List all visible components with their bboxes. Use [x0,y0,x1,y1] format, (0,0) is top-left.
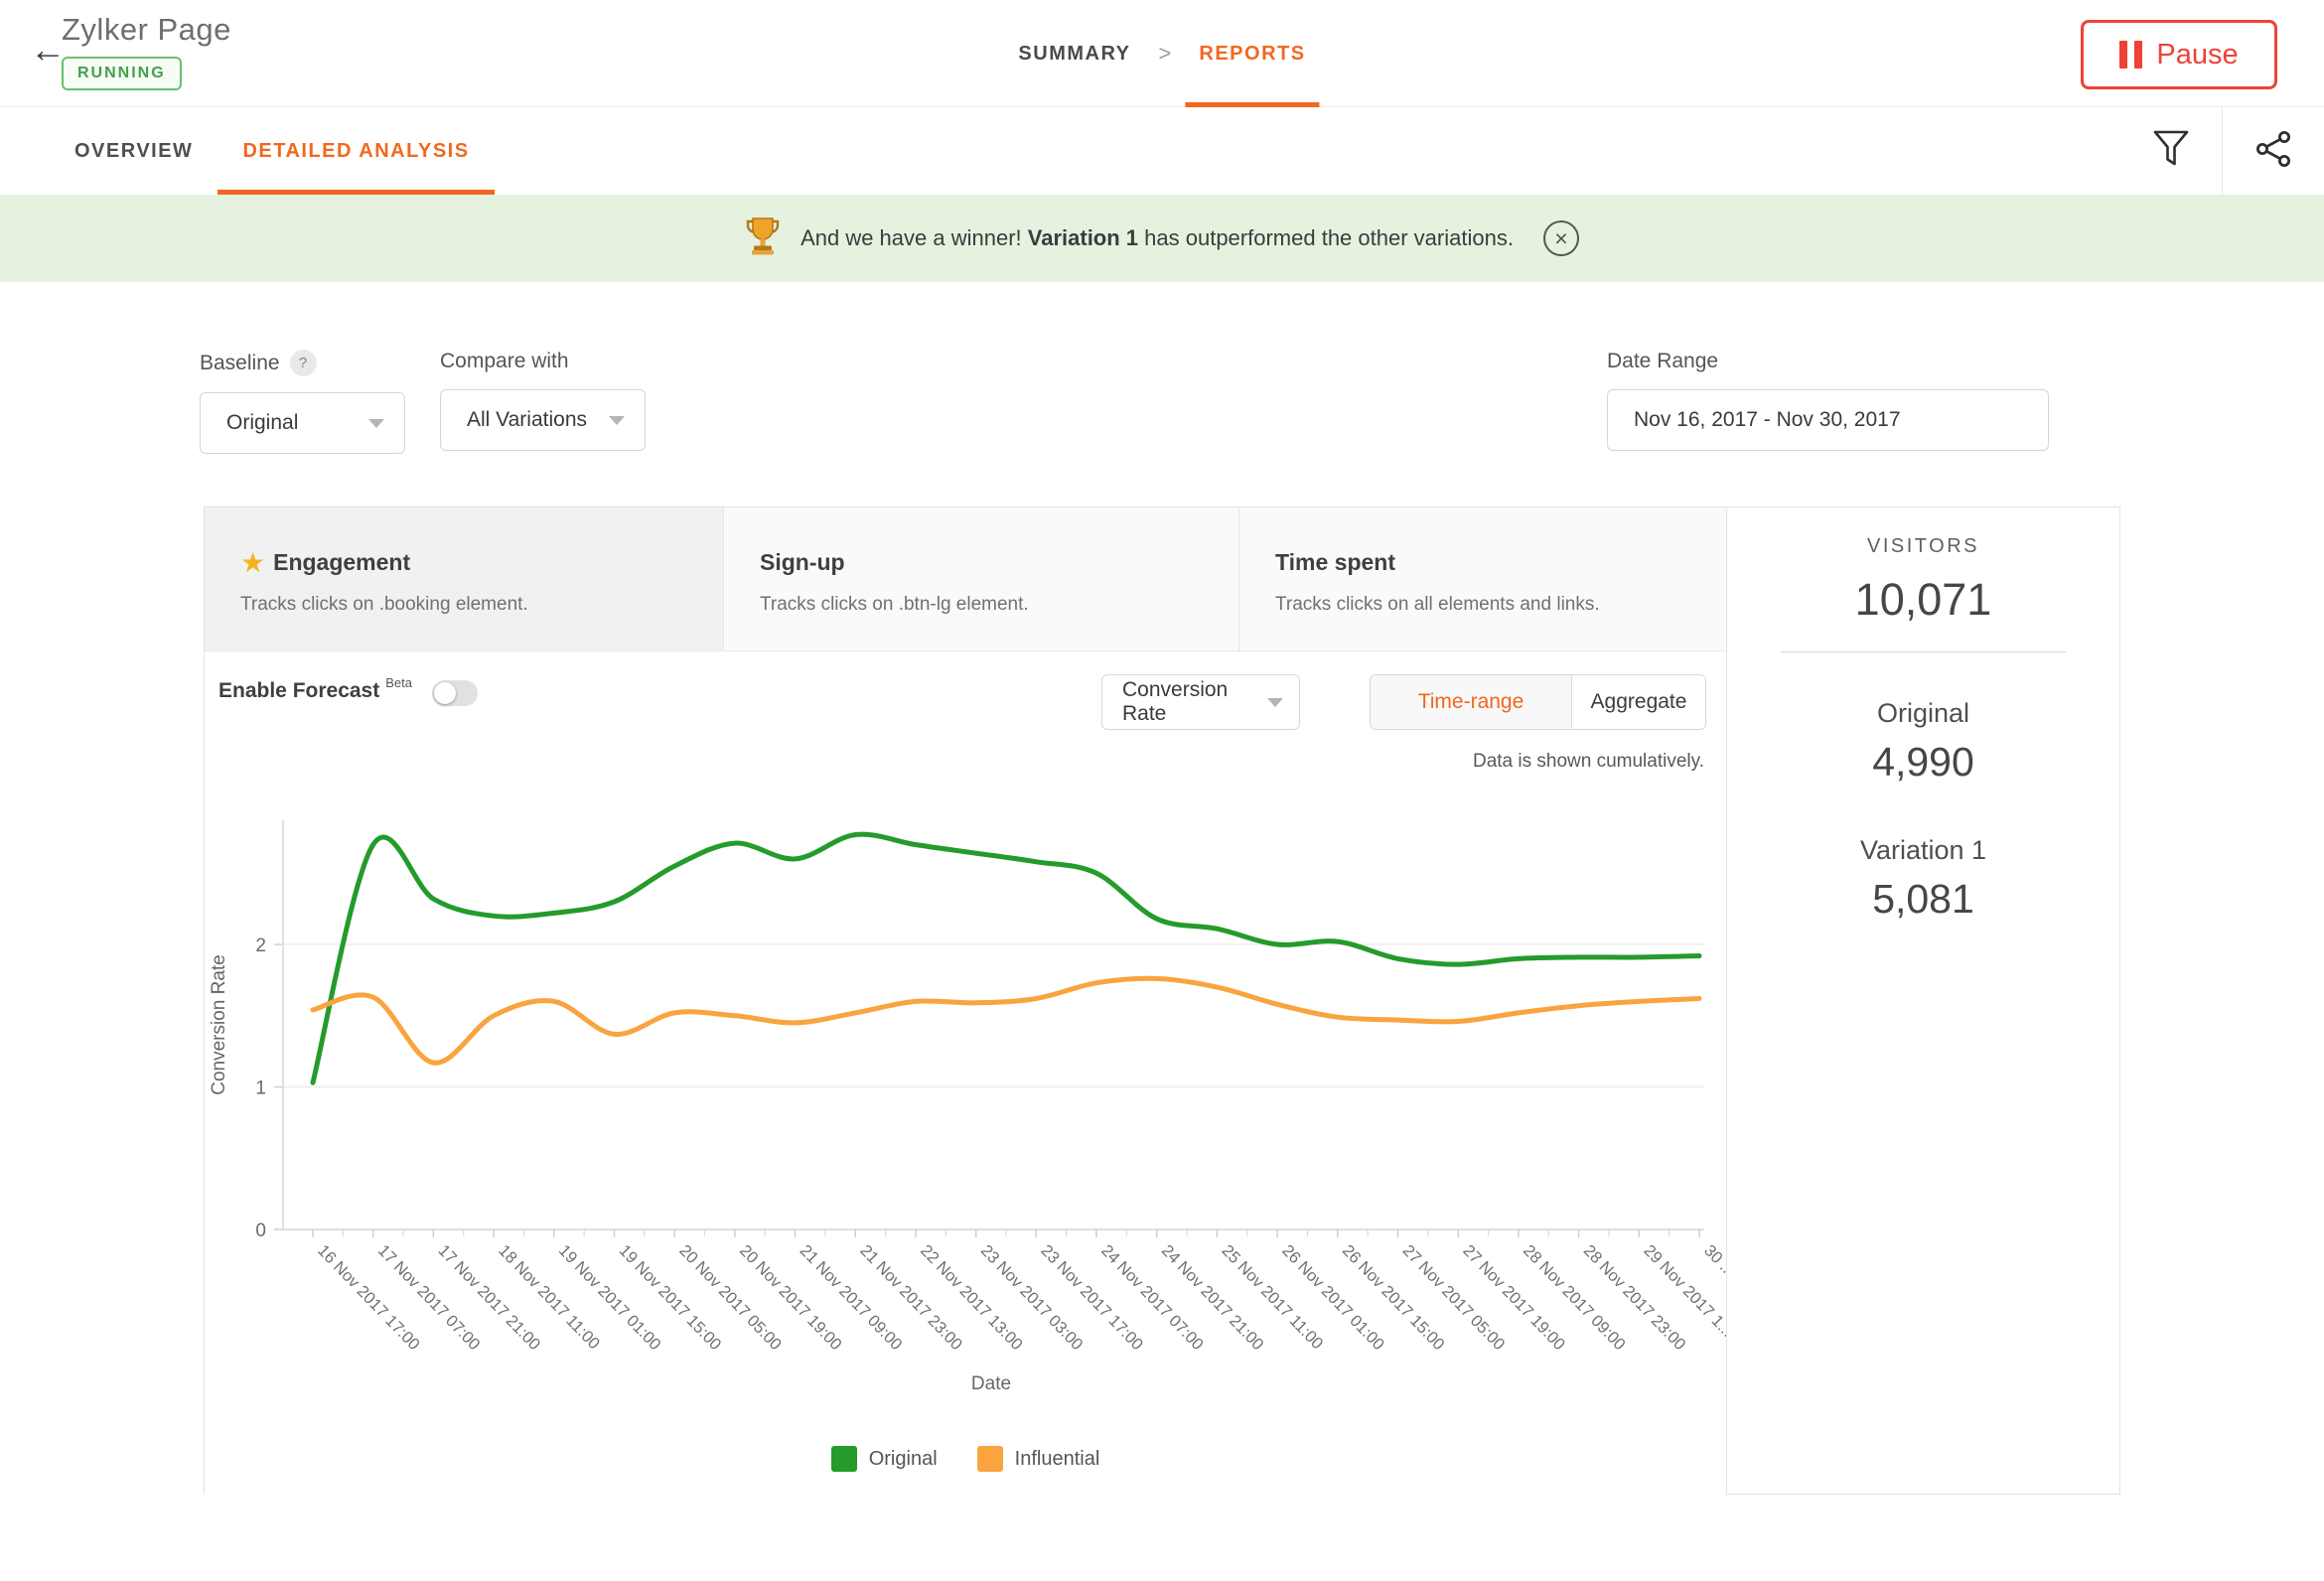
legend-item-original: Original [831,1446,938,1472]
compare-select[interactable]: All Variations [440,389,646,451]
forecast-control: Enable Forecast Beta [218,679,478,706]
filters-section: Baseline ? Original Compare with All Var… [0,282,2324,506]
compare-field: Compare with All Variations [440,350,646,451]
page-title: Zylker Page [62,12,231,48]
svg-text:24 Nov 2017 07:00: 24 Nov 2017 07:00 [1097,1241,1207,1354]
breadcrumb-summary[interactable]: SUMMARY [1004,0,1144,107]
svg-text:20 Nov 2017 19:00: 20 Nov 2017 19:00 [736,1241,845,1354]
date-range-field: Date Range [1607,350,2049,451]
visitors-panel: VISITORS 10,071 Original 4,990 Variation… [1726,507,2119,1494]
close-icon[interactable]: × [1543,220,1579,256]
breadcrumb-reports[interactable]: REPORTS [1185,0,1319,107]
svg-text:17 Nov 2017 21:00: 17 Nov 2017 21:00 [435,1241,544,1354]
svg-text:21 Nov 2017 09:00: 21 Nov 2017 09:00 [797,1241,906,1354]
chart-panel: ★ Engagement Tracks clicks on .booking e… [205,507,1726,1494]
time-range-button[interactable]: Time-range [1371,675,1571,729]
svg-text:20 Nov 2017 05:00: 20 Nov 2017 05:00 [675,1241,785,1354]
legend-swatch-influential [977,1446,1003,1472]
goal-tab-signup[interactable]: Sign-up Tracks clicks on .btn-lg element… [723,507,1238,650]
experiment-title-block: Zylker Page RUNNING [62,12,231,90]
pause-label: Pause [2156,39,2238,72]
tab-overview[interactable]: OVERVIEW [50,107,218,195]
status-badge: RUNNING [62,57,182,90]
help-icon[interactable]: ? [290,350,317,376]
baseline-field: Baseline ? Original [200,350,405,454]
svg-text:16 Nov 2017 17:00: 16 Nov 2017 17:00 [314,1241,423,1354]
goal-tabs: ★ Engagement Tracks clicks on .booking e… [205,507,1726,651]
svg-text:18 Nov 2017 11:00: 18 Nov 2017 11:00 [495,1241,603,1353]
visitors-total: 10,071 [1727,574,2119,626]
pagesense-report-page: ← Zylker Page RUNNING SUMMARY > REPORTS … [0,0,2324,1581]
svg-text:0: 0 [255,1221,266,1241]
panel-divider [1781,651,2066,652]
metric-dropdown[interactable]: Conversion Rate [1101,674,1300,730]
legend-item-influential: Influential [977,1446,1100,1472]
report-card: ★ Engagement Tracks clicks on .booking e… [204,506,2120,1495]
date-range-label: Date Range [1607,350,2049,373]
goal-tab-engagement[interactable]: ★ Engagement Tracks clicks on .booking e… [205,507,723,650]
forecast-toggle[interactable] [432,680,478,706]
baseline-select[interactable]: Original [200,392,405,454]
svg-text:25 Nov 2017 11:00: 25 Nov 2017 11:00 [1219,1241,1327,1353]
chart-legend: Original Influential [205,1446,1726,1472]
svg-text:1: 1 [255,1078,266,1099]
svg-text:23 Nov 2017 17:00: 23 Nov 2017 17:00 [1037,1241,1146,1354]
compare-label: Compare with [440,350,646,373]
svg-text:24 Nov 2017 21:00: 24 Nov 2017 21:00 [1158,1241,1267,1354]
beta-badge: Beta [385,675,412,690]
svg-text:30 ...: 30 ... [1700,1241,1726,1280]
chevron-down-icon [1267,698,1283,707]
svg-text:26 Nov 2017 01:00: 26 Nov 2017 01:00 [1278,1241,1387,1354]
view-toggle-group: Time-range Aggregate [1370,674,1706,730]
svg-text:19 Nov 2017 15:00: 19 Nov 2017 15:00 [616,1241,725,1354]
enable-forecast-label: Enable Forecast [218,679,379,703]
winner-variation-name: Variation 1 [1028,225,1138,250]
svg-text:Conversion Rate: Conversion Rate [209,954,229,1095]
svg-text:2: 2 [255,935,266,956]
svg-text:27 Nov 2017 05:00: 27 Nov 2017 05:00 [1399,1241,1509,1354]
svg-text:19 Nov 2017 01:00: 19 Nov 2017 01:00 [555,1241,664,1354]
share-icon [2253,129,2293,174]
app-header: ← Zylker Page RUNNING SUMMARY > REPORTS … [0,0,2324,107]
conversion-rate-chart: 0 1 2 16 Nov 2017 17:0017 Nov 2017 07:0017 … [205,776,1726,1416]
funnel-icon [2152,128,2190,175]
svg-text:17 Nov 2017 07:00: 17 Nov 2017 07:00 [374,1241,484,1354]
pause-button[interactable]: Pause [2081,20,2277,89]
svg-text:22 Nov 2017 13:00: 22 Nov 2017 13:00 [917,1241,1026,1354]
visitors-heading: VISITORS [1727,535,2119,558]
goal-tab-timespent[interactable]: Time spent Tracks clicks on all elements… [1238,507,1726,650]
date-range-input[interactable] [1607,389,2049,451]
toggle-knob-icon [434,682,456,704]
svg-text:Date: Date [971,1373,1011,1394]
variant-stat-variation1: Variation 1 5,081 [1727,835,2119,923]
cumulative-note: Data is shown cumulatively. [1473,751,1704,773]
trophy-icon [745,216,781,262]
variant-stat-original: Original 4,990 [1727,698,2119,786]
svg-text:27 Nov 2017 19:00: 27 Nov 2017 19:00 [1459,1241,1568,1354]
breadcrumb: SUMMARY > REPORTS [1004,0,1319,107]
chart-zone: Enable Forecast Beta Conversion Rate Tim… [205,651,1726,1495]
svg-text:21 Nov 2017 23:00: 21 Nov 2017 23:00 [856,1241,965,1354]
svg-text:28 Nov 2017 09:00: 28 Nov 2017 09:00 [1520,1241,1629,1354]
legend-swatch-original [831,1446,857,1472]
svg-text:26 Nov 2017 15:00: 26 Nov 2017 15:00 [1339,1241,1448,1354]
pause-icon [2119,41,2142,69]
baseline-label: Baseline ? [200,350,405,376]
winner-banner: And we have a winner! Variation 1 has ou… [0,195,2324,282]
chevron-down-icon [368,419,384,428]
report-tabs: OVERVIEW DETAILED ANALYSIS [0,107,2324,195]
svg-text:23 Nov 2017 03:00: 23 Nov 2017 03:00 [977,1241,1087,1354]
chevron-down-icon [609,416,625,425]
svg-text:28 Nov 2017 23:00: 28 Nov 2017 23:00 [1580,1241,1689,1354]
winner-message: And we have a winner! Variation 1 has ou… [800,225,1514,251]
star-icon: ★ [240,551,265,574]
filter-button[interactable] [2119,107,2222,195]
share-button[interactable] [2222,107,2324,195]
chevron-right-icon: > [1159,41,1172,67]
aggregate-button[interactable]: Aggregate [1571,675,1705,729]
tab-detailed-analysis[interactable]: DETAILED ANALYSIS [218,107,494,195]
